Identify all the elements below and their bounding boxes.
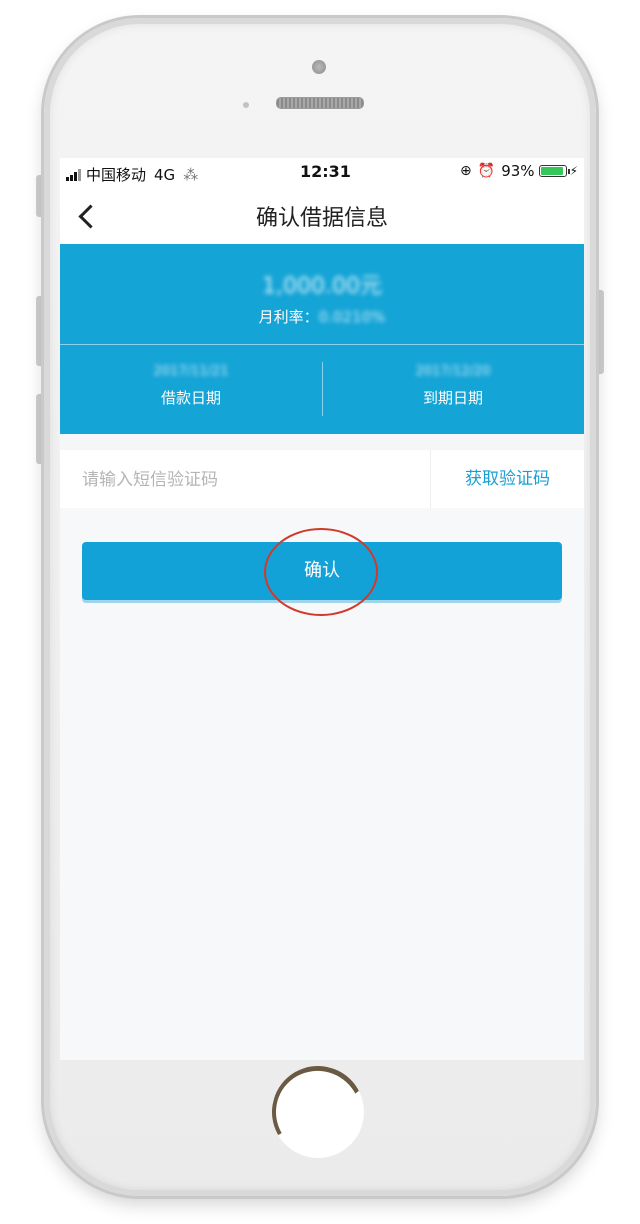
status-right: ⊕ ⏰ 93% ⚡ [460, 162, 578, 180]
monthly-rate-label: 月利率： [258, 308, 319, 326]
loan-info-card: 1,000.00元 月利率：0.0210% 2017/11/21 借款日期 20… [60, 244, 584, 434]
sms-code-input[interactable] [80, 464, 424, 496]
alarm-icon: ⏰ [477, 163, 496, 179]
volume-up-button [36, 296, 44, 366]
due-date-label: 到期日期 [422, 389, 483, 407]
page-title: 确认借据信息 [255, 206, 388, 231]
battery-percent: 93% [501, 162, 535, 180]
status-left: 中国移动 4G ⁂ [66, 164, 198, 185]
status-time: 12:31 [300, 162, 351, 181]
front-camera [312, 60, 326, 74]
page: 中国移动 4G ⁂ 12:31 ⊕ ⏰ 93% ⚡ 确认借据信息 1,000.0… [0, 0, 640, 1224]
loan-date-column: 2017/11/21 借款日期 [60, 344, 322, 434]
network-type: 4G [154, 165, 176, 184]
annotation-circle [264, 528, 378, 616]
silent-switch [36, 175, 44, 217]
lock-rotation-icon: ⊕ [460, 163, 472, 179]
charging-icon: ⚡ [569, 164, 578, 178]
navigation-bar: 确认借据信息 [60, 188, 584, 244]
loan-amount: 1,000.00元 [262, 274, 382, 299]
battery-icon [538, 165, 570, 177]
volume-down-button [36, 394, 44, 464]
loan-date-label: 借款日期 [160, 389, 221, 407]
loading-icon: ⁂ [183, 165, 199, 184]
proximity-sensor [243, 102, 249, 108]
status-bar: 中国移动 4G ⁂ 12:31 ⊕ ⏰ 93% ⚡ [60, 158, 584, 188]
sms-code-row: 获取验证码 [60, 450, 584, 509]
due-date-column: 2017/12/20 到期日期 [322, 344, 584, 434]
due-date-value: 2017/12/20 [415, 364, 491, 379]
get-code-button[interactable]: 获取验证码 [431, 450, 584, 508]
monthly-rate-row: 月利率：0.0210% [60, 306, 584, 327]
monthly-rate-value: 0.0210% [318, 308, 386, 326]
earpiece-speaker [276, 97, 364, 109]
power-button [596, 290, 604, 374]
section-gap [60, 434, 584, 450]
signal-icon [66, 168, 82, 181]
carrier-name: 中国移动 [86, 166, 147, 184]
loan-date-value: 2017/11/21 [153, 364, 229, 379]
